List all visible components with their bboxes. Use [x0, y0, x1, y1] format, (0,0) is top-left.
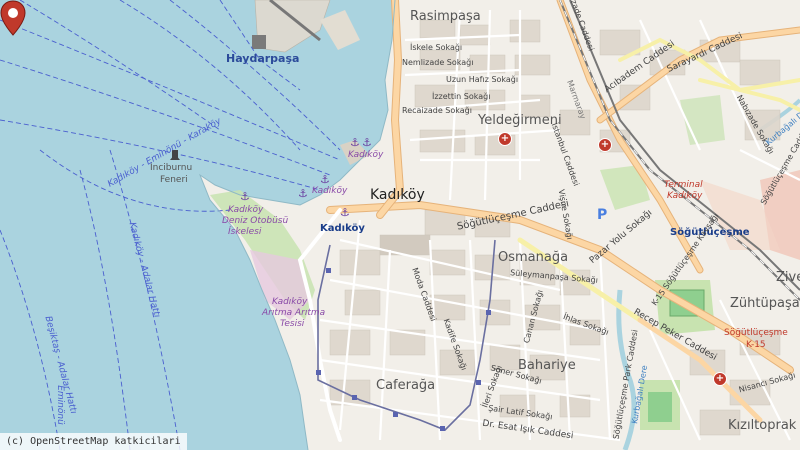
anchor-icon: ⚓ — [340, 206, 350, 219]
poi-label: Terminal — [664, 180, 703, 190]
poi-label: Söğütlüçeşme — [724, 328, 788, 338]
anchor-icon: ⚓ — [320, 173, 330, 186]
parking-icon[interactable]: P — [597, 208, 611, 222]
district-label: Kadıköy — [370, 187, 425, 203]
anchor-icon: ⚓ — [350, 136, 360, 149]
poi-label: Tesisi — [280, 319, 305, 329]
district-label: Kızıltoprak — [728, 418, 797, 433]
anchor-icon: ⚓ — [240, 190, 250, 203]
district-label: Rasimpaşa — [410, 9, 481, 24]
poi-label: Kadıköy — [272, 297, 308, 307]
station-label: Kadıköy — [320, 223, 365, 234]
anchor-icon: ⚓ — [362, 136, 372, 149]
location-pin-icon[interactable] — [0, 0, 26, 36]
street-label: İskele Sokağı — [410, 43, 463, 52]
street-label: Uzun Hafız Sokağı — [446, 75, 519, 84]
hospital-icon[interactable]: + — [598, 138, 612, 152]
pier-label: İskelesi — [228, 227, 262, 237]
district-label: Bahariye — [518, 358, 576, 373]
pier-label: Deniz Otobüsü — [222, 216, 289, 226]
anchor-icon: ⚓ — [298, 187, 308, 200]
street-label: Nemlizade Sokağı — [402, 58, 474, 67]
poi-label: Arıtma Arıtma — [262, 308, 326, 318]
poi-label: Kadıköy — [667, 191, 703, 201]
district-label: Osmanağa — [498, 250, 569, 265]
district-label: Caferağa — [376, 378, 436, 393]
ferry-route-label: Eminönü — [54, 385, 65, 425]
street-label: İzzettin Sokağı — [432, 92, 491, 101]
pier-label: Kadıköy — [312, 186, 348, 196]
map-attribution[interactable]: (c) OpenStreetMap katkicilari — [0, 433, 187, 450]
poi-label: Feneri — [160, 175, 188, 185]
poi-label: İnciburnu — [150, 163, 193, 173]
pier-label: Kadıköy — [348, 150, 384, 160]
district-label: Zühtüpaşa — [730, 296, 800, 311]
place-label: Haydarpaşa — [226, 52, 300, 65]
map-canvas[interactable]: ⚓ ⚓ ⚓ ⚓ ⚓ ⚓ + + + P Rasimpaşa Yeldeğirme… — [0, 0, 800, 450]
district-label: Zive — [776, 270, 800, 285]
poi-label: K-15 — [746, 340, 766, 350]
street-label: Recaizade Sokağı — [402, 106, 472, 115]
pier-label: Kadıköy — [228, 205, 264, 215]
hospital-icon[interactable]: + — [498, 132, 512, 146]
hospital-icon[interactable]: + — [713, 372, 727, 386]
